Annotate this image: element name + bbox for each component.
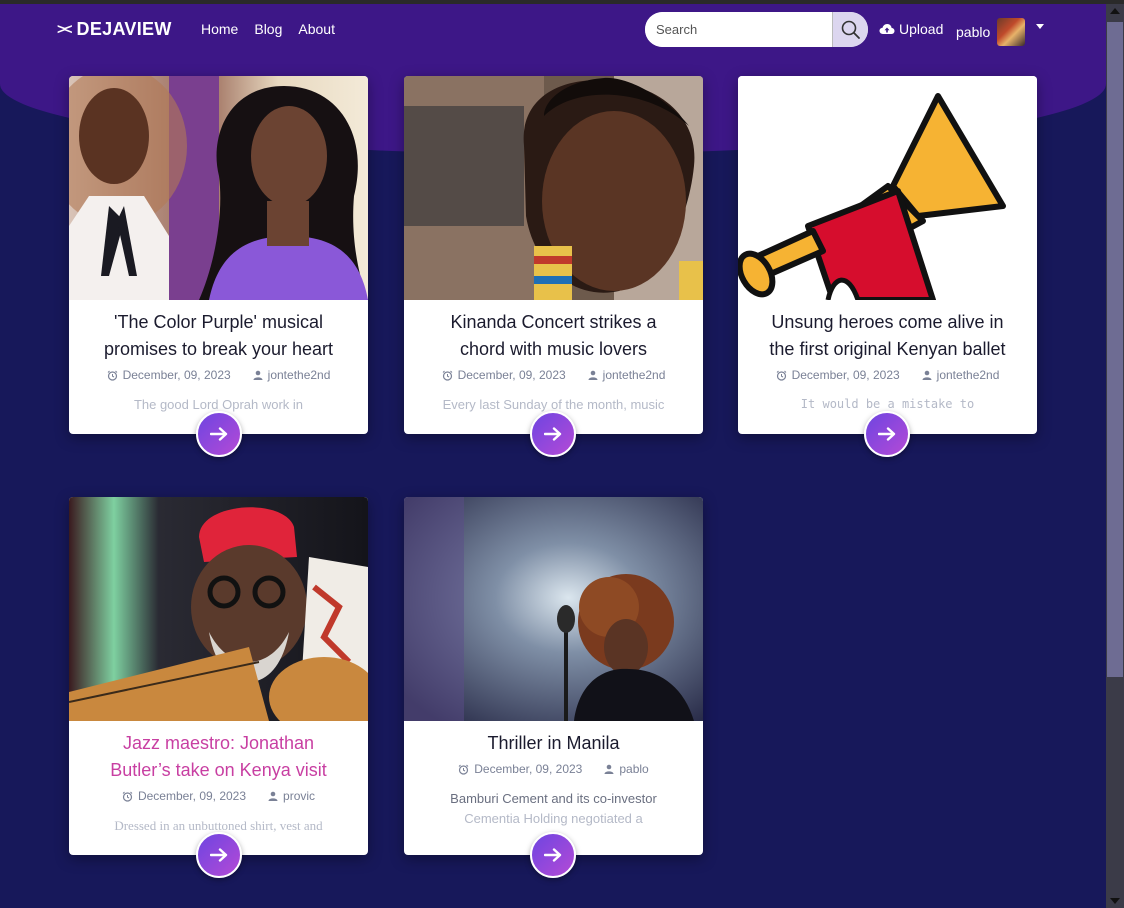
arrow-right-icon: [210, 427, 228, 441]
article-meta: December, 09, 2023 jontethe2nd: [738, 368, 1037, 382]
arrow-right-icon: [544, 427, 562, 441]
article-author[interactable]: jontethe2nd: [603, 368, 666, 382]
article-meta: December, 09, 2023 jontethe2nd: [69, 368, 368, 382]
article-date: December, 09, 2023: [122, 368, 231, 382]
nav-link-blog[interactable]: Blog: [254, 21, 282, 37]
article-author[interactable]: jontethe2nd: [268, 368, 331, 382]
article-author[interactable]: jontethe2nd: [937, 368, 1000, 382]
guitarist-photo: [69, 497, 368, 721]
search-input[interactable]: [645, 12, 832, 47]
caret-down-icon: [1036, 23, 1045, 29]
brand-logo[interactable]: >< DEJAVIEW: [57, 19, 172, 40]
read-more-button[interactable]: [530, 832, 576, 878]
arrow-right-icon: [878, 427, 896, 441]
article-author[interactable]: provic: [283, 789, 315, 803]
arrow-right-icon: [210, 848, 228, 862]
read-more-button[interactable]: [196, 832, 242, 878]
scroll-down-arrow-icon[interactable]: [1110, 898, 1120, 904]
avatar: [997, 18, 1026, 46]
alarm-clock-icon: [776, 370, 786, 381]
cloud-upload-icon: [879, 24, 895, 34]
alarm-clock-icon: [122, 791, 133, 802]
article-title[interactable]: Kinanda Concert strikes a chord with mus…: [404, 309, 703, 363]
article-meta: December, 09, 2023 provic: [69, 789, 368, 803]
read-more-button[interactable]: [196, 411, 242, 457]
article-card[interactable]: 'The Color Purple' musical promises to b…: [69, 76, 368, 434]
article-image[interactable]: [69, 497, 368, 721]
article-image[interactable]: [404, 497, 703, 721]
search-button[interactable]: [832, 12, 868, 47]
alarm-clock-icon: [107, 370, 117, 381]
search-icon: [841, 20, 860, 39]
portrait-two-women-photo: [69, 76, 368, 300]
article-meta: December, 09, 2023 jontethe2nd: [404, 368, 703, 382]
user-menu[interactable]: pablo: [956, 18, 1045, 46]
article-date: December, 09, 2023: [791, 368, 900, 382]
person-icon: [268, 791, 278, 801]
article-date: December, 09, 2023: [474, 762, 583, 776]
read-more-button[interactable]: [864, 411, 910, 457]
upload-label: Upload: [899, 21, 944, 37]
person-icon: [588, 370, 598, 380]
article-card[interactable]: Jazz maestro: Jonathan Butler’s take on …: [69, 497, 368, 855]
article-title[interactable]: Jazz maestro: Jonathan Butler’s take on …: [69, 730, 368, 784]
singer-photo: [404, 497, 703, 721]
article-excerpt-continued: Cementia Holding negotiated a: [464, 811, 643, 826]
article-card[interactable]: Thriller in Manila December, 09, 2023 pa…: [404, 497, 703, 855]
article-card[interactable]: Kinanda Concert strikes a chord with mus…: [404, 76, 703, 434]
article-card[interactable]: Unsung heroes come alive in the first or…: [738, 76, 1037, 434]
navbar: >< DEJAVIEW Home Blog About Upload pablo: [0, 4, 1106, 56]
scroll-up-arrow-icon[interactable]: [1110, 8, 1120, 14]
article-author[interactable]: pablo: [619, 762, 648, 776]
article-title[interactable]: 'The Color Purple' musical promises to b…: [69, 309, 368, 363]
alarm-clock-icon: [458, 764, 469, 775]
article-excerpt: Bamburi Cement and its co-investor: [450, 791, 657, 806]
person-icon: [604, 764, 614, 774]
article-meta: December, 09, 2023 pablo: [404, 762, 703, 776]
article-image[interactable]: [404, 76, 703, 300]
brand-mark-icon: ><: [57, 21, 72, 38]
article-image[interactable]: [738, 76, 1037, 300]
nav-links: Home Blog About: [201, 21, 335, 37]
brand-name: DEJAVIEW: [76, 19, 172, 39]
nav-link-home[interactable]: Home: [201, 21, 238, 37]
upload-button[interactable]: Upload: [879, 21, 943, 37]
person-icon: [922, 370, 932, 380]
article-image[interactable]: [69, 76, 368, 300]
arrow-right-icon: [544, 848, 562, 862]
username: pablo: [956, 24, 991, 40]
article-date: December, 09, 2023: [137, 789, 247, 803]
article-date: December, 09, 2023: [457, 368, 566, 382]
article-title[interactable]: Unsung heroes come alive in the first or…: [738, 309, 1037, 363]
nav-link-about[interactable]: About: [298, 21, 335, 37]
scroll-thumb[interactable]: [1107, 22, 1123, 677]
article-title[interactable]: Thriller in Manila: [404, 730, 703, 757]
trumpet-illustration: [738, 76, 1037, 300]
alarm-clock-icon: [442, 370, 452, 381]
scrollbar[interactable]: [1106, 4, 1124, 908]
search-bar: [645, 12, 868, 47]
read-more-button[interactable]: [530, 411, 576, 457]
person-icon: [253, 370, 263, 380]
portrait-woman-photo: [404, 76, 703, 300]
